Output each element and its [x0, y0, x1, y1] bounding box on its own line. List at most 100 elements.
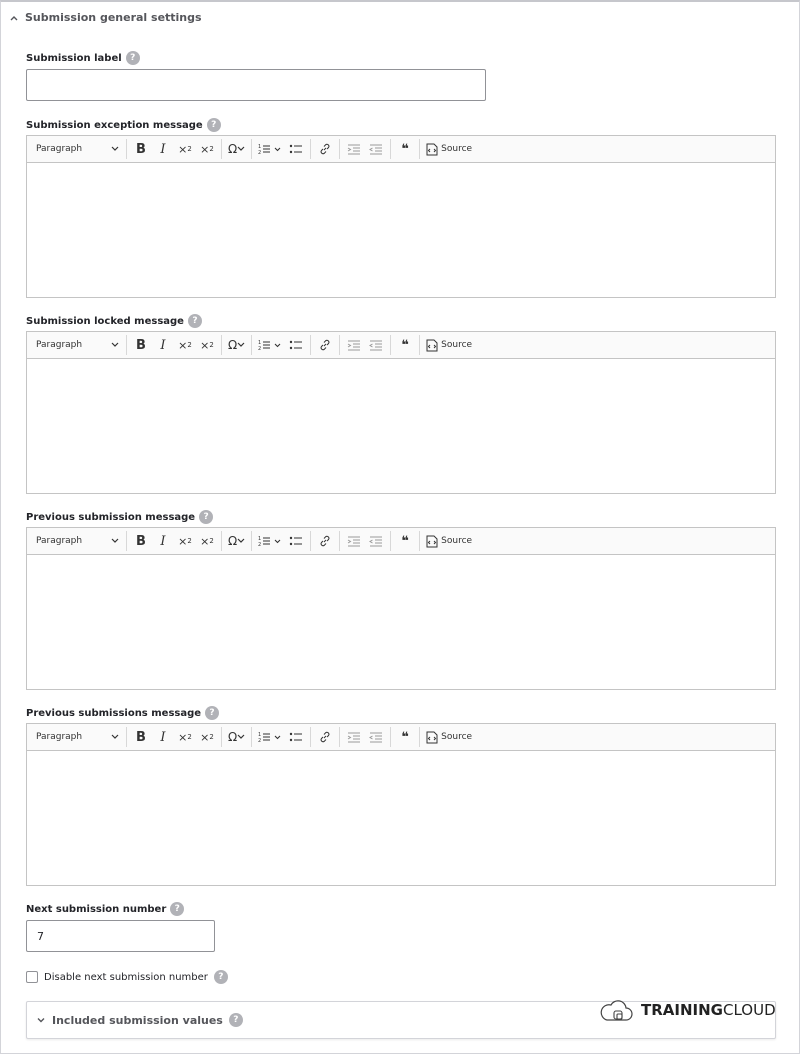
superscript-icon[interactable]: × 2 [196, 530, 218, 552]
link-icon[interactable] [314, 334, 336, 356]
special-characters-icon[interactable]: Ω [225, 138, 248, 160]
bold-icon[interactable]: B [130, 138, 152, 160]
next-number-input[interactable]: 7 [26, 920, 215, 952]
blockquote-icon[interactable]: ❝ [394, 334, 416, 356]
blockquote-icon[interactable]: ❝ [394, 530, 416, 552]
italic-icon[interactable]: I [152, 530, 174, 552]
subscript-icon[interactable]: × 2 [174, 726, 196, 748]
help-icon[interactable]: ? [206, 118, 221, 132]
toolbar-separator [251, 139, 253, 159]
submission-label-label: Submission label ? [26, 51, 140, 65]
toolbar-separator [339, 727, 341, 747]
bulleted-list-icon[interactable] [285, 726, 307, 748]
special-characters-icon[interactable]: Ω [225, 530, 248, 552]
panel-summary-toggle[interactable]: Submission general settings [9, 11, 202, 24]
special-characters-icon[interactable]: Ω [225, 726, 248, 748]
bold-icon[interactable]: B [130, 726, 152, 748]
previous-messages-editor: Paragraph B I × 2 × 2 Ω 12 ❝ Source [26, 723, 776, 886]
editor-content-area[interactable] [27, 751, 775, 885]
blockquote-icon[interactable]: ❝ [394, 726, 416, 748]
outdent-icon[interactable] [365, 138, 387, 160]
panel-title: Submission general settings [25, 11, 202, 24]
paragraph-format-dropdown[interactable]: Paragraph [31, 138, 123, 160]
help-icon[interactable]: ? [228, 1013, 243, 1027]
paragraph-format-dropdown[interactable]: Paragraph [31, 726, 123, 748]
bulleted-list-icon[interactable] [285, 530, 307, 552]
disable-next-number-checkbox[interactable] [26, 971, 38, 983]
italic-icon[interactable]: I [152, 138, 174, 160]
subscript-icon[interactable]: × 2 [174, 334, 196, 356]
paragraph-format-dropdown[interactable]: Paragraph [31, 530, 123, 552]
toolbar-separator [221, 727, 222, 747]
svg-text:2: 2 [258, 738, 261, 743]
submission-label-input[interactable] [26, 69, 486, 101]
numbered-list-icon[interactable]: 12 [255, 138, 285, 160]
indent-icon[interactable] [343, 334, 365, 356]
indent-icon[interactable] [343, 138, 365, 160]
chevron-down-icon [111, 538, 119, 543]
toolbar-separator [390, 335, 392, 355]
toolbar-separator [419, 727, 421, 747]
included-values-toggle[interactable]: Included submission values ? [36, 1013, 243, 1027]
italic-icon[interactable]: I [152, 726, 174, 748]
locked-message-label: Submission locked message ? [26, 314, 202, 328]
link-icon[interactable] [314, 530, 336, 552]
editor-content-area[interactable] [27, 555, 775, 689]
svg-text:2: 2 [258, 150, 261, 155]
superscript-icon[interactable]: × 2 [196, 334, 218, 356]
editor-content-area[interactable] [27, 359, 775, 493]
toolbar-separator [221, 139, 222, 159]
bulleted-list-icon[interactable] [285, 334, 307, 356]
source-button[interactable]: Source [423, 726, 475, 748]
source-button[interactable]: Source [423, 138, 475, 160]
toolbar-separator [419, 531, 421, 551]
toolbar-separator [390, 139, 392, 159]
bold-icon[interactable]: B [130, 530, 152, 552]
disable-next-number-row: Disable next submission number ? [26, 970, 228, 984]
paragraph-format-dropdown[interactable]: Paragraph [31, 334, 123, 356]
superscript-icon[interactable]: × 2 [196, 726, 218, 748]
link-icon[interactable] [314, 138, 336, 160]
chevron-down-icon [111, 342, 119, 347]
source-button[interactable]: Source [423, 530, 475, 552]
help-icon[interactable]: ? [170, 902, 185, 916]
help-icon[interactable]: ? [199, 510, 214, 524]
toolbar-separator [419, 139, 421, 159]
numbered-list-icon[interactable]: 12 [255, 530, 285, 552]
bulleted-list-icon[interactable] [285, 138, 307, 160]
special-characters-icon[interactable]: Ω [225, 334, 248, 356]
italic-icon[interactable]: I [152, 334, 174, 356]
numbered-list-icon[interactable]: 12 [255, 726, 285, 748]
help-icon[interactable]: ? [205, 706, 220, 720]
cloud-logo-icon [600, 1000, 633, 1021]
numbered-list-icon[interactable]: 12 [255, 334, 285, 356]
toolbar-separator [126, 139, 127, 159]
exception-message-editor: Paragraph B I × 2 × 2 Ω 12 ❝ Source [26, 135, 776, 298]
indent-icon[interactable] [343, 726, 365, 748]
source-icon [426, 339, 438, 351]
editor-content-area[interactable] [27, 163, 775, 297]
toolbar-separator [221, 531, 222, 551]
disable-next-number-label[interactable]: Disable next submission number [44, 972, 208, 983]
outdent-icon[interactable] [365, 726, 387, 748]
exception-message-label: Submission exception message ? [26, 118, 221, 132]
indent-icon[interactable] [343, 530, 365, 552]
toolbar-separator [310, 727, 312, 747]
blockquote-icon[interactable]: ❝ [394, 138, 416, 160]
outdent-icon[interactable] [365, 334, 387, 356]
chevron-down-icon [111, 146, 119, 151]
help-icon[interactable]: ? [213, 970, 228, 984]
toolbar-separator [339, 531, 341, 551]
bold-icon[interactable]: B [130, 334, 152, 356]
outdent-icon[interactable] [365, 530, 387, 552]
help-icon[interactable]: ? [125, 51, 140, 65]
link-icon[interactable] [314, 726, 336, 748]
subscript-icon[interactable]: × 2 [174, 138, 196, 160]
source-button[interactable]: Source [423, 334, 475, 356]
toolbar-separator [251, 531, 253, 551]
superscript-icon[interactable]: × 2 [196, 138, 218, 160]
toolbar-separator [310, 531, 312, 551]
help-icon[interactable]: ? [187, 314, 202, 328]
trainingcloud-logo: TRAININGCLOUD [599, 996, 776, 1024]
subscript-icon[interactable]: × 2 [174, 530, 196, 552]
